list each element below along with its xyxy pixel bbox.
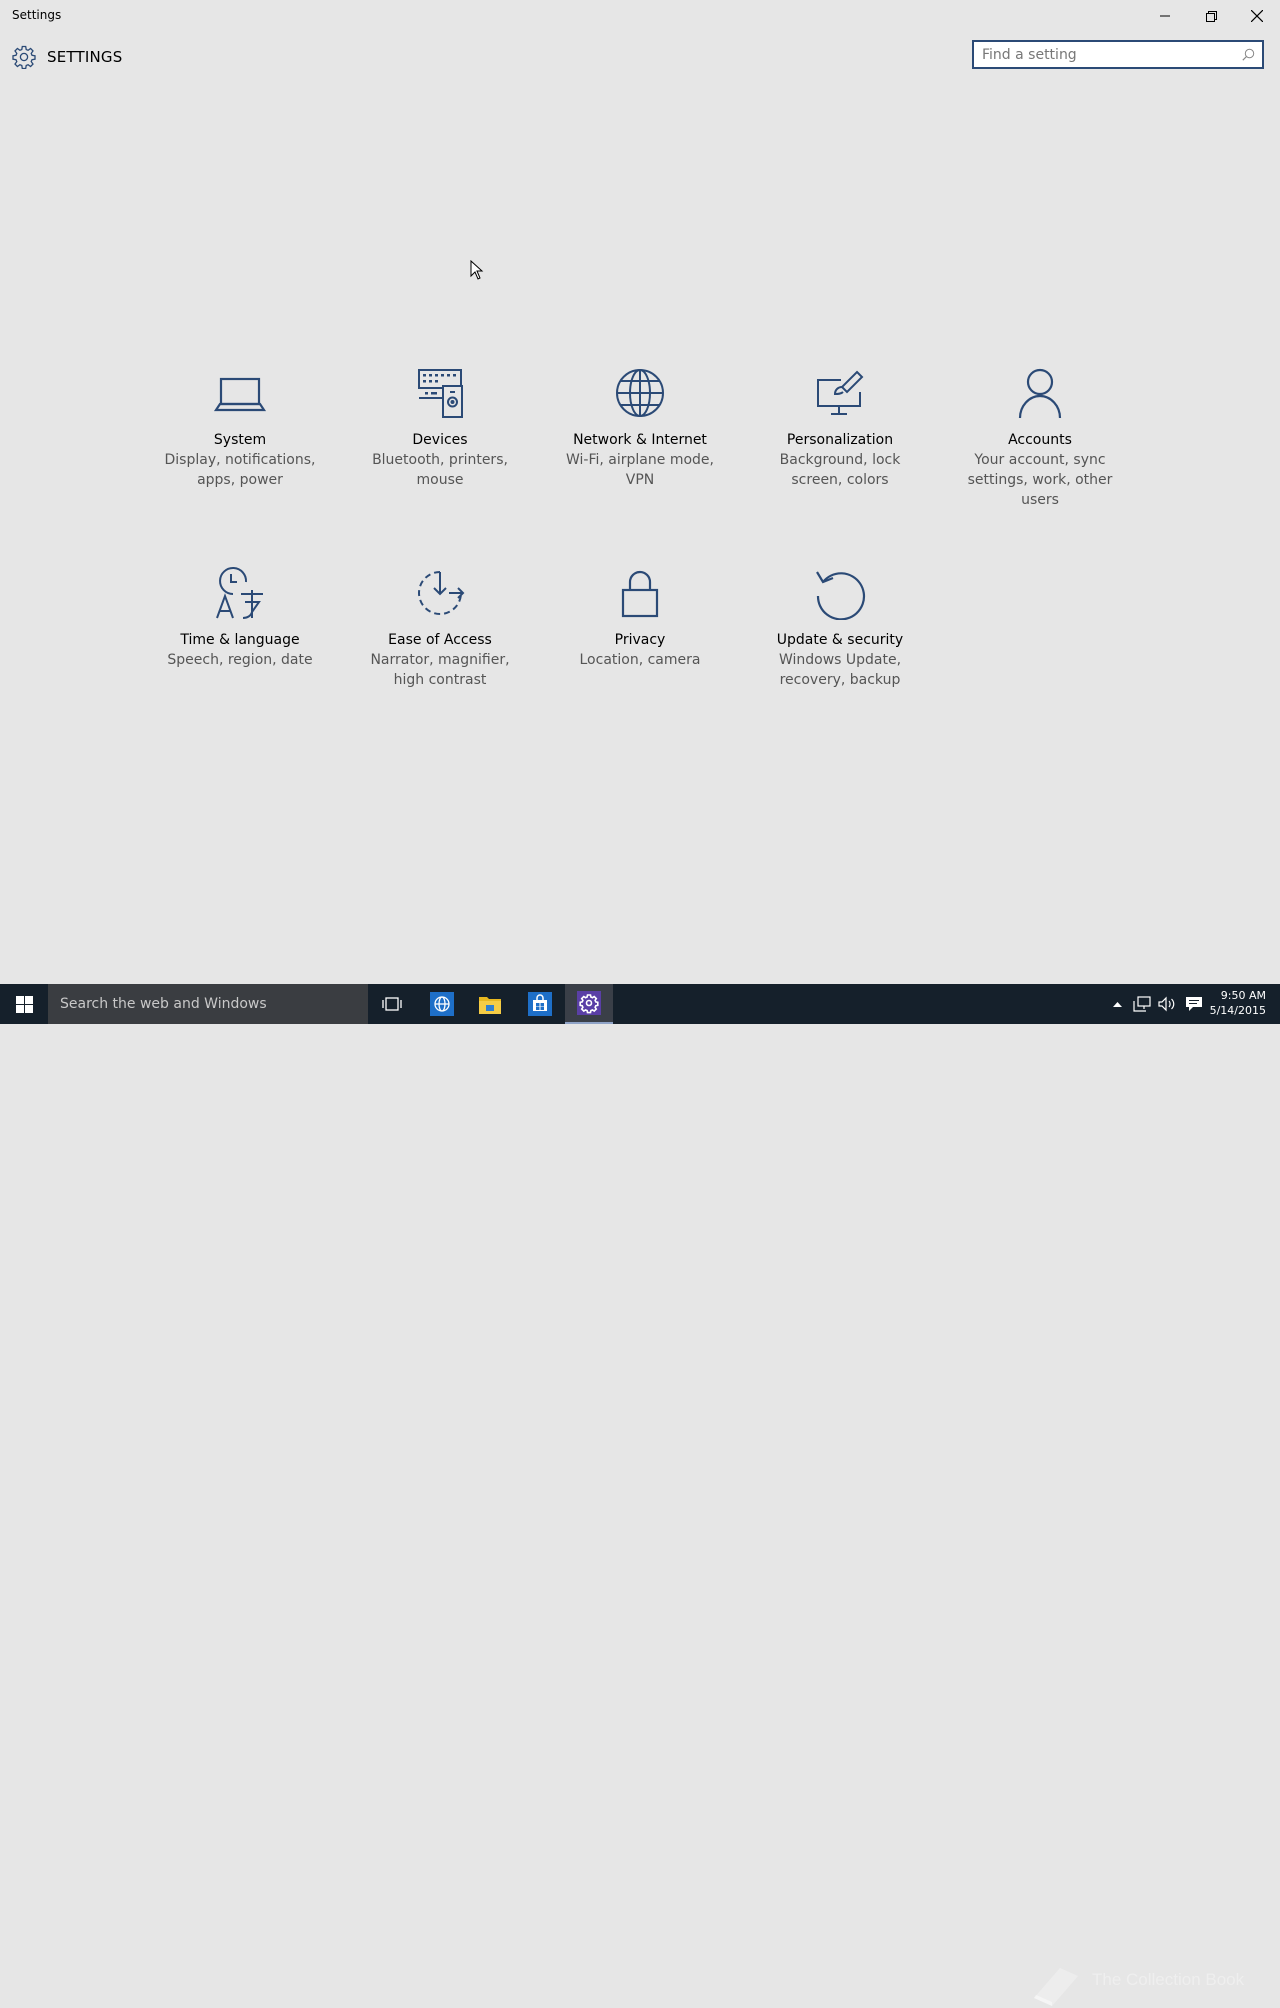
category-ease-of-access[interactable]: Ease of Access Narrator, magnifier, high… <box>345 566 535 690</box>
task-view-icon <box>382 997 402 1011</box>
watermark-text: The Collection Book <box>1092 1970 1245 1989</box>
settings-icon <box>577 991 601 1015</box>
action-center-button[interactable] <box>1182 984 1206 1024</box>
internet-explorer-icon <box>430 992 454 1016</box>
file-explorer-icon <box>479 997 501 1014</box>
search-box[interactable] <box>972 40 1264 69</box>
close-button[interactable] <box>1234 0 1280 32</box>
network-icon <box>1133 996 1151 1012</box>
ease-of-access-icon <box>418 571 465 615</box>
category-name: Time & language <box>180 632 300 648</box>
category-accounts[interactable]: Accounts Your account, sync settings, wo… <box>945 366 1135 510</box>
category-description: Your account, sync settings, work, other… <box>967 452 1113 508</box>
network-tray-button[interactable] <box>1130 984 1154 1024</box>
category-update-security[interactable]: Update & security Windows Update, recove… <box>745 566 935 690</box>
windows-logo-icon <box>15 995 33 1013</box>
laptop-icon <box>213 377 267 412</box>
category-name: Devices <box>412 432 468 448</box>
category-name: System <box>213 432 267 448</box>
start-button[interactable] <box>0 984 48 1024</box>
category-description: Location, camera <box>579 652 701 668</box>
taskbar-search-box[interactable]: Search the web and Windows <box>48 984 368 1024</box>
restore-icon <box>1205 10 1217 22</box>
category-system[interactable]: System Display, notifications, apps, pow… <box>145 366 335 490</box>
category-personalization[interactable]: Personalization Background, lock screen,… <box>745 366 935 490</box>
message-icon <box>1186 997 1202 1011</box>
category-name: Network & Internet <box>573 432 707 448</box>
close-icon <box>1251 10 1263 22</box>
mouse-cursor-icon <box>470 260 484 280</box>
category-time-language[interactable]: Time & language Speech, region, date <box>145 566 335 670</box>
taskbar: Search the web and Windows The Collectio… <box>0 984 1280 2006</box>
globe-icon <box>616 369 664 417</box>
show-hidden-icons-button[interactable] <box>1108 984 1126 1024</box>
category-name: Ease of Access <box>388 632 492 648</box>
paintbrush-monitor-icon <box>817 370 864 415</box>
store-button[interactable] <box>516 984 564 1024</box>
page-title: SETTINGS <box>47 48 123 66</box>
search-icon[interactable] <box>1242 48 1255 61</box>
gear-icon <box>12 45 36 69</box>
category-description: Wi-Fi, airplane mode, VPN <box>566 452 714 488</box>
minimize-icon <box>1160 15 1170 17</box>
category-description: Display, notifications, apps, power <box>164 452 316 488</box>
category-description: Speech, region, date <box>167 652 313 668</box>
restore-button[interactable] <box>1188 0 1234 32</box>
category-name: Privacy <box>614 632 666 648</box>
category-description: Narrator, magnifier, high contrast <box>370 652 510 688</box>
clock-language-icon <box>216 567 263 619</box>
clock[interactable]: 9:50 AM 5/14/2015 <box>1210 988 1266 1018</box>
title-bar: Settings <box>0 0 1280 32</box>
category-devices[interactable]: Devices Bluetooth, printers, mouse <box>345 366 535 490</box>
category-network-internet[interactable]: Network & Internet Wi-Fi, airplane mode,… <box>545 366 735 490</box>
category-name: Accounts <box>1008 432 1072 448</box>
category-description: Windows Update, recovery, backup <box>778 652 902 688</box>
keyboard-speaker-icon <box>418 369 463 418</box>
internet-explorer-button[interactable] <box>418 984 466 1024</box>
settings-taskbar-button[interactable] <box>565 984 613 1024</box>
clock-time: 9:50 AM <box>1220 989 1266 1002</box>
category-name: Personalization <box>786 432 894 448</box>
app-header: SETTINGS <box>12 44 122 70</box>
window-title: Settings <box>12 8 62 22</box>
speaker-icon <box>1158 996 1175 1012</box>
category-name: Update & security <box>776 632 904 648</box>
book-icon <box>1034 1968 1078 2006</box>
task-view-button[interactable] <box>368 984 416 1024</box>
category-privacy[interactable]: Privacy Location, camera <box>545 566 735 670</box>
category-description: Bluetooth, printers, mouse <box>372 452 508 488</box>
store-icon <box>528 992 552 1016</box>
clock-date: 5/14/2015 <box>1209 1004 1266 1017</box>
lock-icon <box>621 570 659 618</box>
taskbar-search-text: Search the web and Windows <box>60 996 267 1012</box>
minimize-button[interactable] <box>1142 0 1188 32</box>
refresh-icon <box>816 571 866 620</box>
chevron-up-icon <box>1112 1002 1122 1007</box>
watermark: The Collection Book <box>1030 1964 1260 2008</box>
person-icon <box>1018 368 1062 419</box>
search-input[interactable] <box>982 45 1232 65</box>
file-explorer-button[interactable] <box>466 984 514 1024</box>
volume-tray-button[interactable] <box>1156 984 1178 1024</box>
category-description: Background, lock screen, colors <box>779 452 901 488</box>
